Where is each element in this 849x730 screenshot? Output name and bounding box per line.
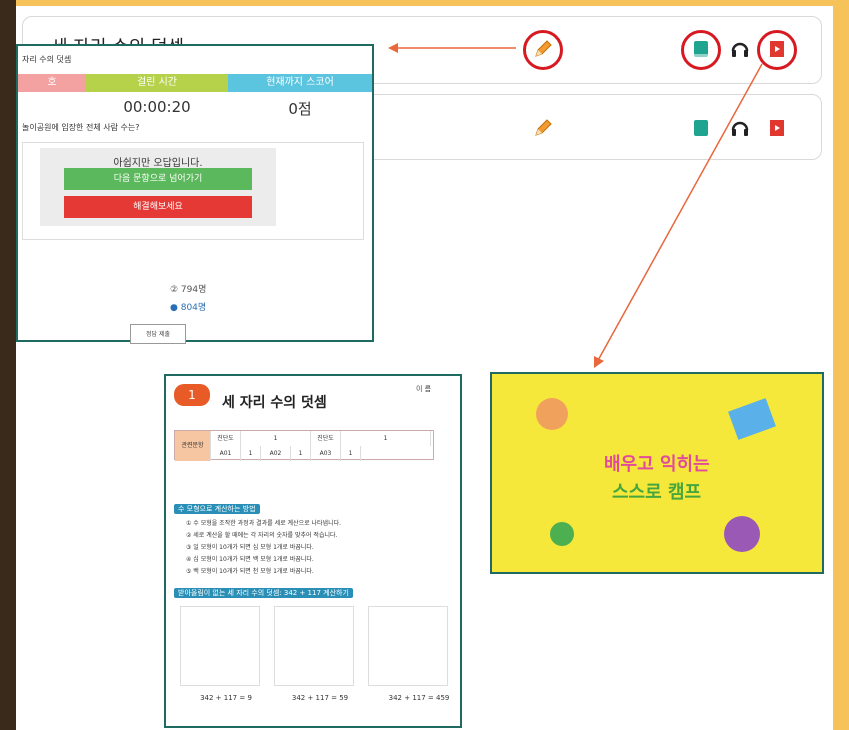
headphones-icon[interactable]	[729, 38, 751, 60]
related-table: 관련문항 진단도 1 진단도 1 A01 1 A02 1 A03 1	[174, 430, 434, 461]
table-cell: A02	[261, 446, 291, 461]
video-icon[interactable]	[766, 117, 788, 139]
next-question-button[interactable]: 다음 문항으로 넘어가기	[64, 168, 252, 190]
feedback-message: 아쉽지만 오답입니다.	[113, 158, 203, 169]
canvas: 세 자리 수의 덧셈	[16, 6, 833, 730]
book-icon[interactable]	[690, 38, 712, 60]
ws-line: ⑤ 백 모형이 10개가 되면 천 모형 1개로 바꿉니다.	[186, 568, 314, 575]
block-diagram	[368, 606, 448, 686]
book-icon[interactable]	[690, 117, 712, 139]
quiz-popup: 자리 수의 덧셈 호 걸린 시간 현재까지 스코어 00:00:20 0점 놀이…	[16, 44, 374, 344]
submit-button[interactable]: 정답 제출	[130, 324, 186, 344]
header-number: 호	[18, 74, 86, 92]
table-cell: A01	[211, 446, 241, 461]
block-diagram	[180, 606, 260, 686]
chapter-badge: 1	[174, 384, 210, 406]
worksheet-title: 세 자리 수의 덧셈	[222, 395, 327, 411]
feedback-overlay: 아쉽지만 오답입니다. 다음 문항으로 넘어가기 해결해보세요	[40, 148, 276, 226]
score-value: 0점	[288, 100, 312, 118]
time-value: 00:00:20	[123, 98, 191, 116]
ws-line: ④ 십 모형이 10개가 되면 백 모형 1개로 바꿉니다.	[186, 556, 314, 563]
banner-decor	[536, 398, 776, 552]
name-field: 이 름	[416, 385, 432, 393]
table-cell: A03	[311, 446, 341, 461]
headphones-icon[interactable]	[729, 117, 751, 139]
camp-banner: 배우고 익히는 스스로 캠프	[490, 372, 824, 574]
left-bar	[0, 0, 16, 730]
equation: 342 + 117 = 9	[200, 694, 252, 702]
table-cell: 1	[291, 446, 311, 461]
table-cell: 1	[341, 431, 431, 446]
popup-subtitle: 자리 수의 덧셈	[22, 55, 72, 64]
table-cell: 1	[241, 431, 311, 446]
table-cell: 1	[341, 446, 361, 461]
video-icon[interactable]	[766, 38, 788, 60]
pencil-icon[interactable]	[532, 38, 554, 60]
table-cell: 진단도	[211, 431, 241, 446]
table-label: 관련문항	[175, 431, 211, 461]
block-diagram	[274, 606, 354, 686]
section-heading: 받아올림이 없는 세 자리 수의 덧셈: 342 + 117 계산하기	[174, 588, 353, 598]
table-cell: 진단도	[311, 431, 341, 446]
equation: 342 + 117 = 459	[388, 694, 450, 702]
ws-line: ① 수 모형을 조작한 과정과 결과를 세로 계산으로 나타냅니다.	[186, 520, 342, 527]
table-cell: 1	[241, 446, 261, 461]
worksheet-preview: 1 세 자리 수의 덧셈 이 름 관련문항 진단도 1 진단도 1 A01 1 …	[164, 374, 462, 728]
section-heading: 수 모형으로 계산하는 방법	[174, 504, 260, 514]
pencil-icon[interactable]	[532, 117, 554, 139]
header-score: 현재까지 스코어	[228, 74, 372, 92]
ws-line: ③ 일 모형이 10개가 되면 십 모형 1개로 바꿉니다.	[186, 544, 314, 551]
question-text: 놀이공원에 입장한 전체 사람 수는?	[22, 123, 140, 132]
equation: 342 + 117 = 59	[291, 694, 349, 702]
answer-option[interactable]: ● 804명	[170, 300, 206, 313]
ws-line: ② 세로 계산을 할 때에는 각 자리의 숫자를 맞추어 적습니다.	[186, 532, 338, 539]
solve-button[interactable]: 해결해보세요	[64, 196, 252, 218]
answer-option[interactable]: ② 794명	[170, 282, 206, 295]
header-time: 걸린 시간	[86, 74, 228, 92]
